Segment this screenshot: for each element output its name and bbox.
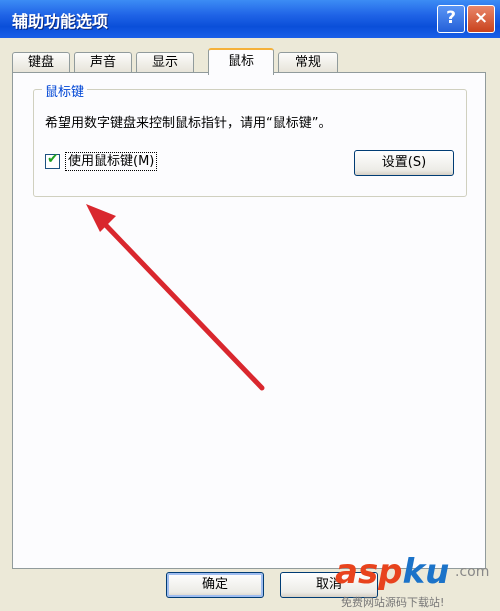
mousekeys-groupbox: 鼠标键 希望用数字键盘来控制鼠标指针，请用“鼠标键”。 ✔ 使用鼠标键(M) 设… — [33, 81, 467, 197]
tab-keyboard[interactable]: 键盘 — [12, 52, 70, 73]
tab-mouse[interactable]: 鼠标 — [208, 48, 274, 75]
use-mousekeys-label[interactable]: 使用鼠标键(M) — [65, 152, 158, 171]
use-mousekeys-checkbox[interactable]: ✔ — [45, 151, 60, 169]
tab-general[interactable]: 常规 — [278, 52, 338, 73]
title-bar[interactable]: 辅助功能选项 ? × — [0, 0, 500, 38]
tab-panel-mouse: 鼠标键 希望用数字键盘来控制鼠标指针，请用“鼠标键”。 ✔ 使用鼠标键(M) 设… — [12, 72, 486, 569]
tab-sound[interactable]: 声音 — [74, 52, 132, 73]
help-button[interactable]: ? — [437, 5, 465, 33]
tab-display[interactable]: 显示 — [136, 52, 194, 73]
watermark-logo: aspku .com 免费网站源码下载站! — [335, 552, 497, 609]
group-title: 鼠标键 — [42, 81, 88, 100]
settings-button[interactable]: 设置(S) — [354, 150, 454, 176]
watermark-brand-ku: ku — [402, 552, 450, 592]
watermark-brand: aspku — [335, 552, 449, 592]
window-title: 辅助功能选项 — [12, 12, 109, 31]
ok-button[interactable]: 确定 — [166, 572, 264, 598]
mousekeys-description: 希望用数字键盘来控制鼠标指针，请用“鼠标键”。 — [45, 116, 332, 131]
watermark-brand-asp: asp — [335, 552, 403, 592]
watermark-suffix: .com — [455, 564, 490, 580]
dialog-window: 辅助功能选项 ? × 键盘 声音 显示 鼠标 常规 鼠标键 希望用数字键盘来控制… — [0, 0, 500, 611]
checkmark-icon: ✔ — [47, 151, 59, 167]
watermark-subtitle: 免费网站源码下载站! — [341, 596, 445, 609]
close-button[interactable]: × — [467, 5, 495, 33]
